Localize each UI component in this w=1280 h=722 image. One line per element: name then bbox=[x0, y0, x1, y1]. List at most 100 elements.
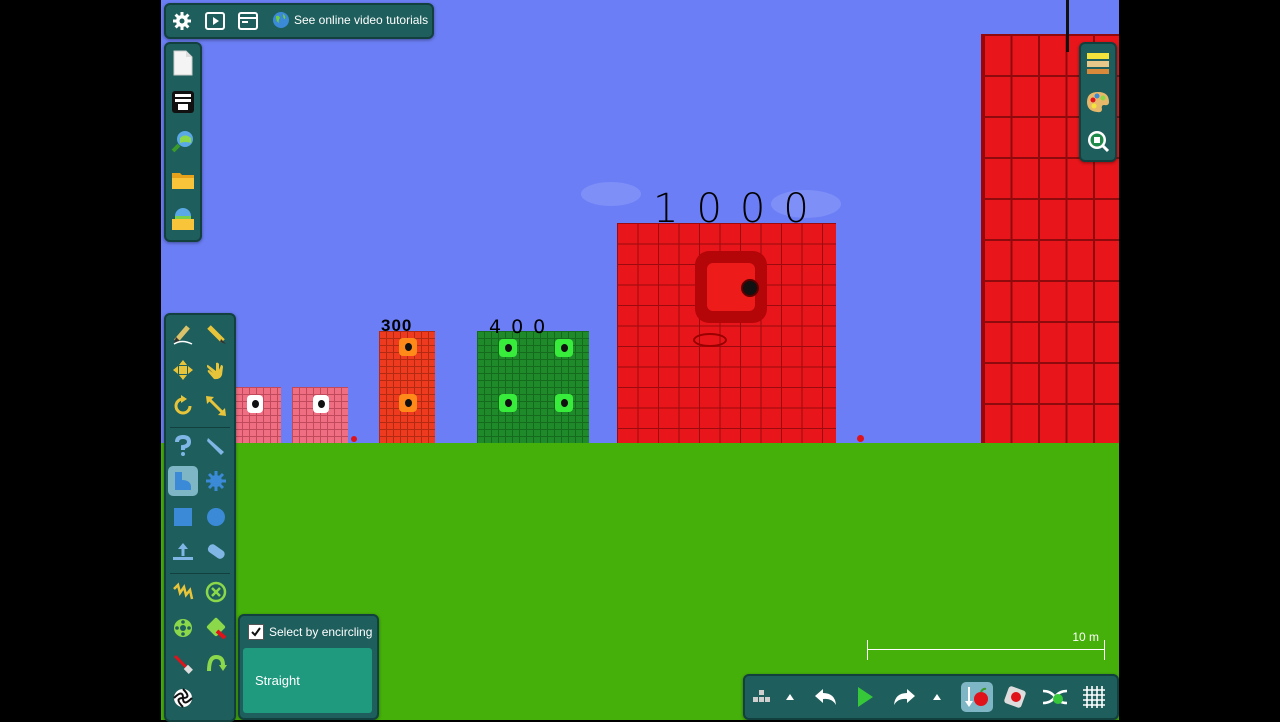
redo-icon bbox=[894, 689, 915, 705]
undo-button[interactable] bbox=[811, 682, 841, 712]
knife-icon bbox=[207, 438, 224, 455]
hook-icon bbox=[175, 435, 192, 456]
fixate-tool[interactable] bbox=[201, 577, 231, 607]
tracer-tool[interactable] bbox=[168, 683, 198, 713]
pencil-icon bbox=[207, 325, 226, 344]
open-folder-button[interactable] bbox=[168, 165, 198, 195]
magnifier-globe-icon bbox=[171, 131, 193, 153]
pink-block[interactable] bbox=[235, 387, 281, 443]
air-friction-button[interactable] bbox=[1001, 682, 1031, 712]
circle-icon bbox=[207, 508, 225, 526]
play-simulation-button[interactable] bbox=[850, 682, 880, 712]
red-eye bbox=[695, 251, 767, 323]
hinge-tool[interactable] bbox=[201, 649, 231, 679]
sketch-tool[interactable] bbox=[168, 319, 198, 349]
draw-tool[interactable] bbox=[201, 319, 231, 349]
gear-shape-tool[interactable] bbox=[201, 466, 231, 496]
play-video-button[interactable] bbox=[200, 6, 230, 36]
spiral-icon bbox=[173, 688, 193, 708]
scene-view-button[interactable] bbox=[168, 87, 198, 117]
eye bbox=[499, 394, 517, 412]
select-by-encircling-option[interactable]: Select by encircling bbox=[248, 624, 372, 640]
gravity-button[interactable] bbox=[961, 682, 993, 712]
straight-mode-label: Straight bbox=[255, 673, 300, 688]
spring-icon bbox=[173, 582, 194, 600]
caret-up-icon bbox=[786, 694, 794, 700]
plane-tool[interactable] bbox=[168, 537, 198, 567]
box-tool[interactable] bbox=[168, 502, 198, 532]
eye bbox=[399, 338, 417, 356]
tutorials-link[interactable]: See online video tutorials bbox=[272, 11, 428, 29]
scale-bar: 10 m bbox=[867, 630, 1105, 660]
controllers-button[interactable] bbox=[1040, 682, 1070, 712]
top-toolbar: See online video tutorials bbox=[164, 3, 434, 39]
checkbox[interactable] bbox=[248, 624, 264, 640]
caret-up-icon bbox=[933, 694, 941, 700]
hinge-arc-icon bbox=[207, 654, 227, 672]
redo-options-button[interactable] bbox=[927, 682, 947, 712]
checkmark-icon bbox=[251, 627, 261, 637]
circle-tool[interactable] bbox=[201, 502, 231, 532]
gravity-apple-icon bbox=[965, 687, 988, 707]
zoom-icon bbox=[1088, 131, 1110, 153]
eye bbox=[399, 394, 417, 412]
laser-tool[interactable] bbox=[168, 649, 198, 679]
label-300: 300 bbox=[381, 316, 413, 335]
undo-icon bbox=[815, 689, 836, 705]
polygon-tool[interactable] bbox=[168, 466, 198, 496]
new-scene-button[interactable] bbox=[168, 48, 198, 78]
laser-icon bbox=[173, 654, 193, 674]
layers-icon bbox=[1087, 53, 1109, 74]
cog-shape-icon bbox=[206, 471, 226, 491]
grid-options-button[interactable] bbox=[746, 682, 776, 712]
zoom-to-scene-button[interactable] bbox=[1083, 126, 1113, 156]
controller-arrows-icon bbox=[1042, 689, 1068, 705]
palette-icon bbox=[1087, 92, 1109, 113]
spring-tool[interactable] bbox=[168, 577, 198, 607]
drag-tool[interactable] bbox=[201, 355, 231, 385]
color-palette-button[interactable] bbox=[1083, 87, 1113, 117]
globe-icon bbox=[273, 12, 289, 28]
plane-arrow-icon bbox=[173, 543, 193, 560]
video-icon bbox=[205, 12, 225, 30]
bottom-toolbar bbox=[743, 674, 1119, 720]
gear-icon bbox=[173, 12, 191, 30]
wheel-icon bbox=[174, 619, 192, 637]
eye bbox=[247, 395, 263, 413]
grid-icon bbox=[1083, 686, 1105, 708]
move-arrows-icon bbox=[173, 360, 193, 380]
settings-button[interactable] bbox=[167, 6, 197, 36]
appearance-toolbar bbox=[1079, 42, 1117, 162]
pencil-sketch-icon bbox=[173, 325, 193, 345]
rotate-tool[interactable] bbox=[168, 391, 198, 421]
mouth bbox=[693, 333, 727, 347]
scale-bar-label: 10 m bbox=[1072, 630, 1099, 644]
small-object[interactable] bbox=[351, 436, 357, 442]
open-scene-folder-button[interactable] bbox=[168, 204, 198, 234]
green-block[interactable] bbox=[477, 331, 589, 443]
small-object[interactable] bbox=[857, 435, 864, 442]
undo-options-button[interactable] bbox=[780, 682, 800, 712]
select-by-encircling-label: Select by encircling bbox=[269, 625, 373, 639]
move-tool[interactable] bbox=[168, 355, 198, 385]
pink-block[interactable] bbox=[292, 387, 348, 443]
play-icon bbox=[858, 687, 873, 707]
divider bbox=[170, 427, 230, 428]
cloud bbox=[581, 182, 641, 206]
axle-tool[interactable] bbox=[168, 613, 198, 643]
thruster-tool[interactable] bbox=[201, 613, 231, 643]
window-button[interactable] bbox=[233, 6, 263, 36]
straight-mode-button[interactable]: Straight bbox=[243, 648, 372, 713]
orange-block[interactable] bbox=[379, 331, 435, 443]
knife-tool[interactable] bbox=[201, 431, 231, 461]
divider bbox=[170, 573, 230, 574]
redo-button[interactable] bbox=[889, 682, 919, 712]
scale-tool[interactable] bbox=[201, 391, 231, 421]
red-block-1000[interactable] bbox=[617, 223, 836, 443]
rope-tool[interactable] bbox=[168, 431, 198, 461]
background-button[interactable] bbox=[1083, 48, 1113, 78]
browse-online-button[interactable] bbox=[168, 126, 198, 156]
grid-toggle-button[interactable] bbox=[1079, 682, 1109, 712]
simulation-canvas[interactable]: 300 400 1000 10 m bbox=[161, 0, 1119, 720]
chain-tool[interactable] bbox=[201, 537, 231, 567]
